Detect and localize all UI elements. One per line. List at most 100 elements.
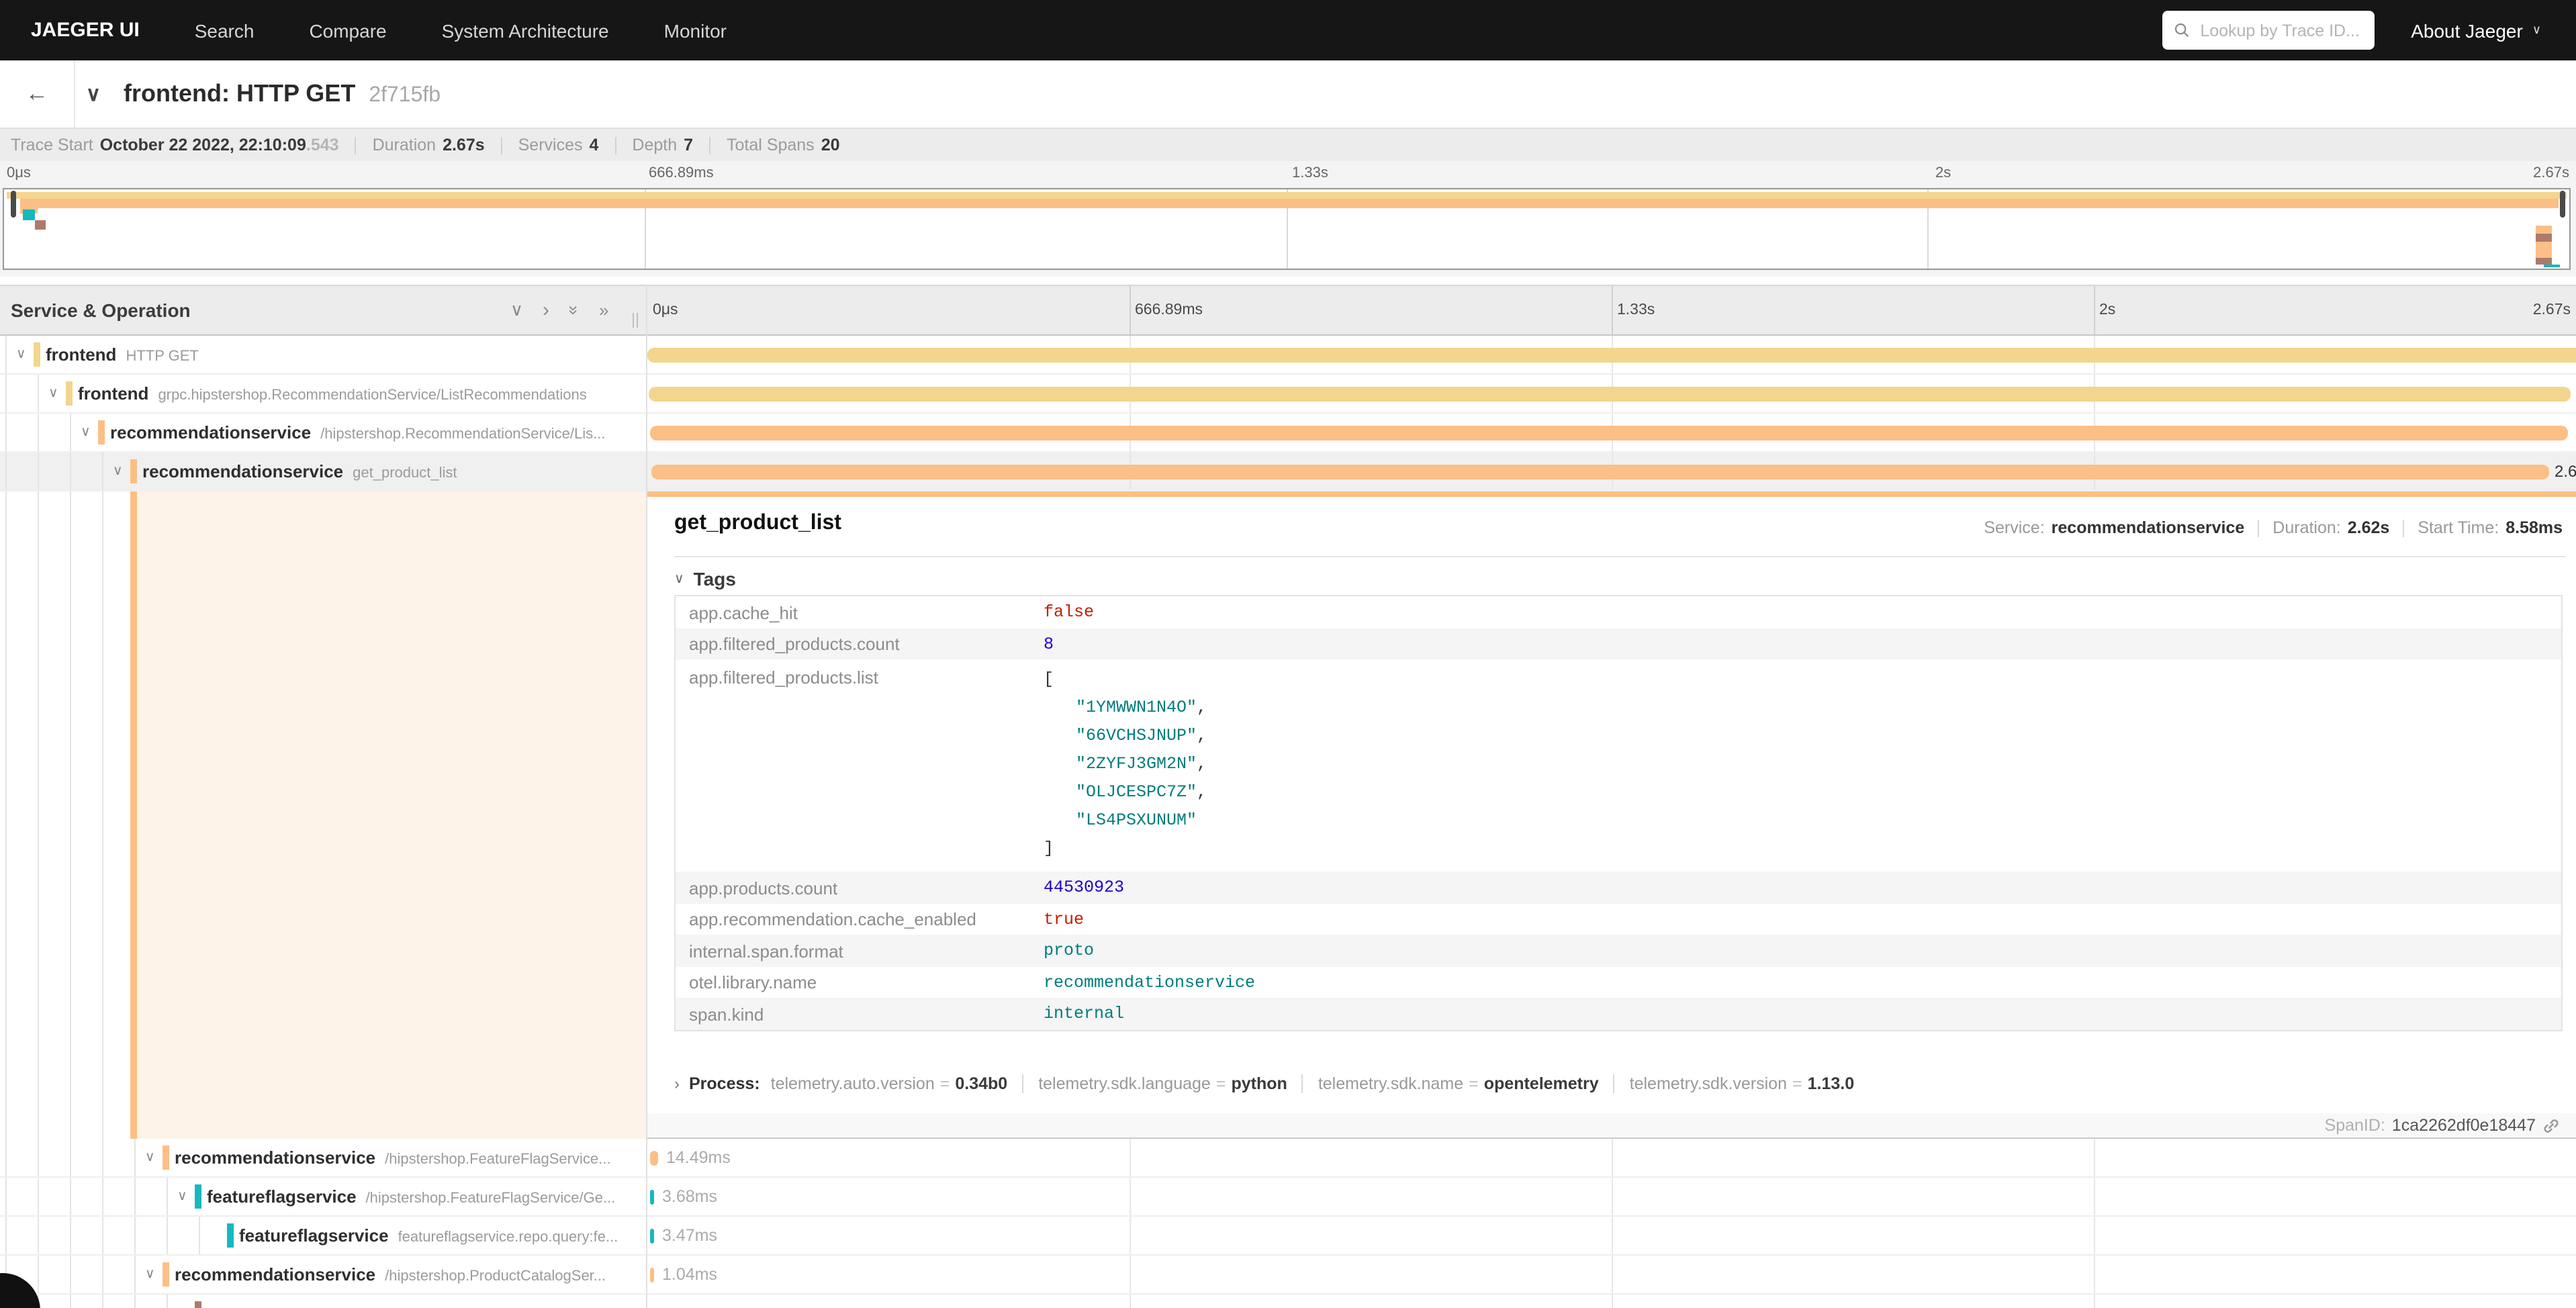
- grip-icon[interactable]: [633, 313, 634, 328]
- span-name[interactable]: recommendationserviceget_product_list: [142, 461, 457, 481]
- span-color-bar: [66, 381, 73, 406]
- indent-guide: [38, 1217, 39, 1254]
- back-arrow-icon: ←: [26, 81, 48, 107]
- back-button[interactable]: ←: [0, 60, 75, 128]
- span-name[interactable]: featureflagservicefeatureflagservice.rep…: [239, 1225, 618, 1246]
- nav-item-monitor[interactable]: Monitor: [664, 19, 727, 41]
- divider: [501, 136, 502, 154]
- span-name[interactable]: frontendgrpc.hipstershop.RecommendationS…: [78, 383, 587, 404]
- span-bar[interactable]: [650, 1151, 658, 1166]
- indent-guide: [167, 1295, 168, 1308]
- span-row[interactable]: ∨ frontendgrpc.hipstershop.Recommendatio…: [0, 375, 2576, 414]
- minimap-span: [2536, 226, 2552, 234]
- service-value: recommendationservice: [2052, 518, 2245, 537]
- tick-separator: [2094, 286, 2095, 334]
- span-row-partial[interactable]: [0, 1295, 2576, 1308]
- app-logo[interactable]: JAEGER UI: [31, 19, 140, 42]
- indent-guide: [70, 1139, 71, 1176]
- span-row[interactable]: ∨ recommendationservice/hipstershop.Feat…: [0, 1139, 2576, 1178]
- collapse-chevron-icon[interactable]: ∨: [16, 347, 26, 362]
- span-bar[interactable]: [650, 1229, 654, 1244]
- span-color-bar: [34, 342, 40, 367]
- tag-key: internal.span.format: [676, 941, 1044, 961]
- span-name[interactable]: recommendationservice/hipstershop.Produc…: [175, 1264, 606, 1284]
- process-section[interactable]: › Process: telemetry.auto.version=0.34b0…: [674, 1074, 1854, 1093]
- collapse-chevron-icon[interactable]: ∨: [81, 425, 91, 440]
- span-name[interactable]: frontendHTTP GET: [46, 344, 199, 365]
- timeline-header: Service & Operation ∨ › » » 0μs 666.89ms…: [0, 285, 2576, 336]
- depth-value: 7: [684, 136, 693, 154]
- link-icon[interactable]: [2542, 1117, 2560, 1134]
- tags-section-toggle[interactable]: ∨ Tags: [674, 568, 736, 590]
- span-row[interactable]: ∨ recommendationservice/hipstershop.Prod…: [0, 1256, 2576, 1295]
- collapse-chevron-icon[interactable]: ∨: [145, 1150, 155, 1165]
- indent-guide: [38, 1178, 39, 1215]
- nav-item-compare[interactable]: Compare: [309, 19, 386, 41]
- about-jaeger-label: About Jaeger: [2411, 19, 2523, 41]
- trace-id-lookup[interactable]: [2162, 11, 2375, 50]
- span-row[interactable]: ∨ featureflagservice/hipstershop.Feature…: [0, 1178, 2576, 1217]
- expand-one-icon[interactable]: ›: [543, 299, 549, 322]
- timeline-tick: 0μs: [653, 302, 678, 318]
- about-jaeger-menu[interactable]: About Jaeger ∨: [2411, 19, 2541, 41]
- total-spans-label: Total Spans: [727, 136, 815, 154]
- minimap-span: [2544, 265, 2560, 267]
- span-row[interactable]: ∨ recommendationservice/hipstershop.Reco…: [0, 414, 2576, 453]
- indent-guide: [38, 375, 39, 412]
- tag-row: app.cache_hit false: [676, 596, 2561, 628]
- tag-row: internal.span.format proto: [676, 935, 2561, 967]
- expand-all-icon[interactable]: »: [599, 300, 608, 320]
- tag-key: span.kind: [676, 1004, 1044, 1024]
- span-row[interactable]: ∨ frontendHTTP GET: [0, 336, 2576, 375]
- span-bar[interactable]: [650, 426, 2568, 440]
- indent-guide: [134, 1139, 136, 1176]
- span-row[interactable]: featureflagservicefeatureflagservice.rep…: [0, 1217, 2576, 1256]
- minimap-span: [2536, 234, 2552, 242]
- span-name[interactable]: recommendationservice/hipstershop.Recomm…: [110, 422, 606, 442]
- collapse-chevron-icon[interactable]: ∨: [48, 386, 58, 401]
- indent-guide: [102, 1217, 103, 1254]
- span-row-selected[interactable]: ∨ recommendationserviceget_product_list …: [0, 453, 2576, 492]
- tag-value: proto: [1044, 941, 1094, 960]
- tag-value: 44530923: [1044, 878, 1124, 897]
- span-duration-label: 3.47ms: [662, 1226, 717, 1245]
- divider: [2403, 519, 2404, 536]
- chevron-down-icon: ∨: [2532, 23, 2541, 38]
- tag-row: span.kind internal: [676, 998, 2561, 1030]
- nav-item-system-architecture[interactable]: System Architecture: [442, 19, 609, 41]
- column-resize-divider[interactable]: [646, 285, 647, 1308]
- process-value: 0.34b0: [955, 1074, 1007, 1093]
- span-bar[interactable]: [650, 1268, 654, 1282]
- collapse-one-icon[interactable]: ∨: [510, 299, 523, 321]
- grip-icon[interactable]: [637, 313, 638, 328]
- detail-left-strip: [0, 492, 646, 1139]
- indent-guide: [199, 1217, 200, 1254]
- minimap-canvas[interactable]: [3, 188, 2571, 270]
- collapse-chevron-icon[interactable]: ∨: [113, 464, 123, 479]
- minimap-left-scrubber[interactable]: [11, 191, 16, 218]
- span-name[interactable]: featureflagservice/hipstershop.FeatureFl…: [207, 1186, 615, 1207]
- minimap-span: [2536, 250, 2552, 258]
- span-duration-label: 3.68ms: [662, 1187, 717, 1206]
- indent-guide: [70, 1178, 71, 1215]
- minimap-right-scrubber[interactable]: [2560, 191, 2565, 218]
- span-bar[interactable]: [649, 387, 2571, 402]
- span-bar[interactable]: [650, 1190, 654, 1205]
- span-color-bar: [195, 1184, 201, 1209]
- process-label: Process:: [689, 1074, 760, 1093]
- divider: [355, 136, 357, 154]
- trace-header: ← ∨ frontend: HTTP GET2f715fb ∧ ∨ × ⌘ Tr…: [0, 60, 2576, 128]
- trace-id-lookup-input[interactable]: [2197, 19, 2362, 41]
- collapse-trace-chevron-icon[interactable]: ∨: [86, 82, 101, 106]
- collapse-all-icon[interactable]: »: [564, 306, 584, 315]
- tag-value: true: [1044, 910, 1084, 929]
- span-bar[interactable]: [647, 348, 2576, 363]
- trace-start-value: October 22 2022, 22:10:09: [100, 136, 306, 154]
- span-bar[interactable]: [651, 465, 2549, 479]
- collapse-chevron-icon[interactable]: ∨: [177, 1189, 187, 1204]
- collapse-chevron-icon[interactable]: ∨: [145, 1267, 155, 1282]
- nav-item-search[interactable]: Search: [195, 19, 255, 41]
- chevron-down-icon: ∨: [674, 571, 684, 586]
- indent-guide: [5, 1139, 7, 1176]
- span-name[interactable]: recommendationservice/hipstershop.Featur…: [175, 1148, 610, 1168]
